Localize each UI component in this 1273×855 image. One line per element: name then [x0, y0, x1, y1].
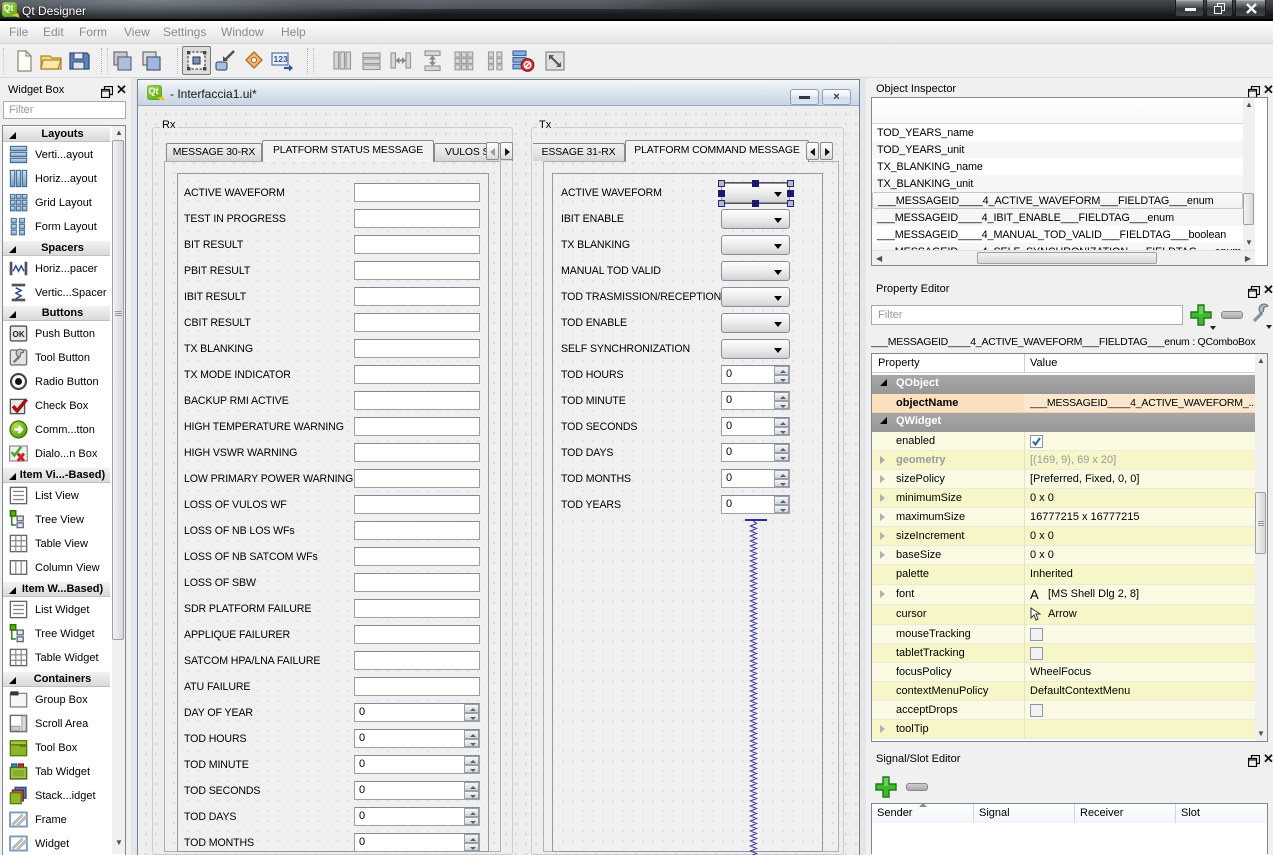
- svg-text:OK: OK: [13, 330, 25, 339]
- svg-text:123: 123: [274, 54, 288, 64]
